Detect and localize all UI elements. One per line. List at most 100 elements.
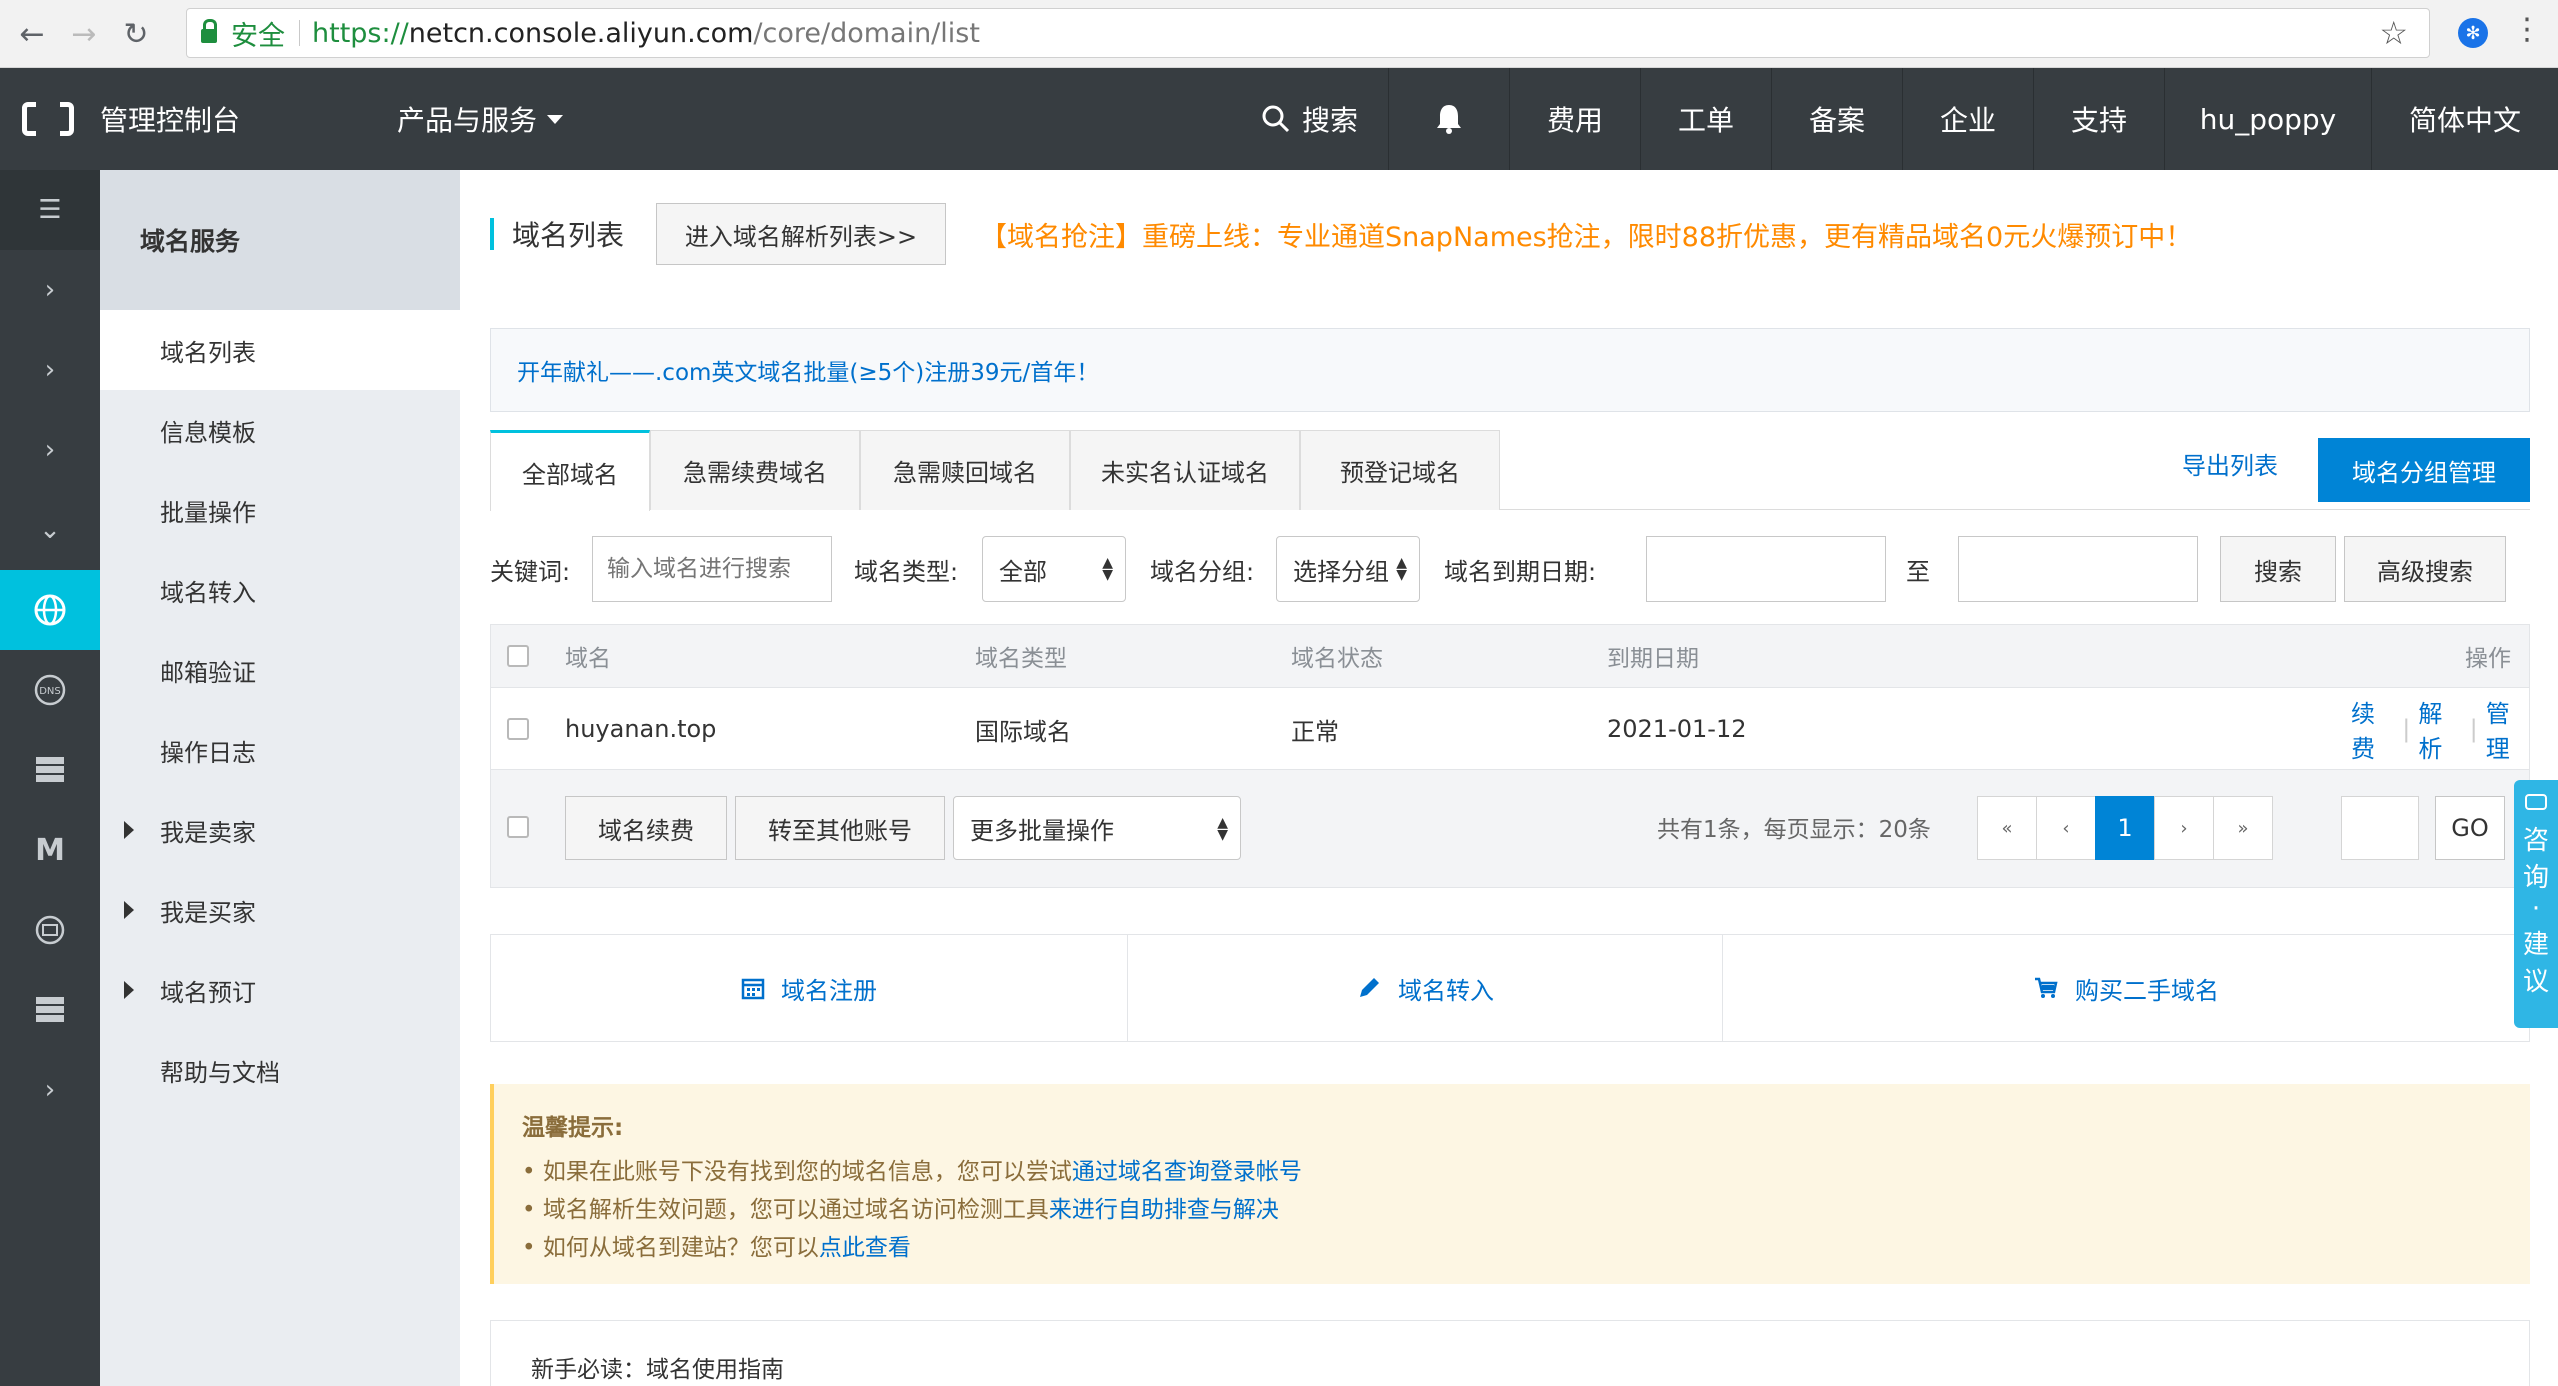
- console-link[interactable]: 管理控制台: [100, 68, 240, 170]
- dns-list-button[interactable]: 进入域名解析列表>>: [656, 203, 947, 265]
- tab-renew-needed[interactable]: 急需续费域名: [650, 430, 860, 510]
- sidebar-item-transfer-in[interactable]: 域名转入: [100, 550, 460, 630]
- sidebar-item-help[interactable]: 帮助与文档: [100, 1030, 460, 1110]
- consult-feedback-tab[interactable]: 咨 询 · 建 议: [2514, 780, 2558, 1028]
- server-icon[interactable]: [0, 970, 100, 1050]
- consult-char: 建: [2522, 930, 2549, 960]
- tips-title: 温馨提示:: [522, 1115, 624, 1141]
- tab-all-domains[interactable]: 全部域名: [490, 430, 650, 511]
- tip-troubleshoot-link[interactable]: 来进行自助排查与解决: [1049, 1190, 1279, 1224]
- export-list-link[interactable]: 导出列表: [2182, 446, 2278, 481]
- tip-login-link[interactable]: 通过域名查询登录帐号: [1072, 1152, 1302, 1186]
- expand-triangle-icon: [124, 981, 134, 999]
- icp-link[interactable]: 备案: [1772, 68, 1902, 170]
- prev-page-button[interactable]: ‹: [2036, 796, 2096, 860]
- resolve-link[interactable]: 解析: [2418, 694, 2461, 764]
- register-domain-link[interactable]: 域名注册: [491, 935, 1127, 1041]
- back-arrow-icon[interactable]: ←: [12, 14, 52, 54]
- column-type: 域名类型: [975, 646, 1067, 672]
- domain-name-link[interactable]: huyanan.top: [565, 688, 716, 770]
- expand-triangle-icon: [124, 901, 134, 919]
- keyword-input[interactable]: [592, 536, 832, 602]
- icon-rail: ☰ › › › ⌄ DNS M ›: [0, 170, 100, 1386]
- bell-icon: [1437, 105, 1461, 134]
- table-header: 域名 域名类型 域名状态 到期日期 操作: [490, 624, 2530, 688]
- extension-icon[interactable]: ✻: [2458, 18, 2488, 48]
- expire-end-input[interactable]: [1958, 536, 2198, 602]
- promo-link[interactable]: 【域名抢注】重磅上线：专业通道SnapNames抢注，限时88折优惠，更有精品域…: [980, 215, 2192, 254]
- sidebar-item-batch-ops[interactable]: 批量操作: [100, 470, 460, 550]
- expire-start-input[interactable]: [1646, 536, 1886, 602]
- column-domain: 域名: [565, 646, 611, 672]
- sidebar-item-label: 域名列表: [160, 338, 256, 367]
- fees-link[interactable]: 费用: [1510, 68, 1640, 170]
- footer-select-checkbox[interactable]: [507, 816, 529, 838]
- sidebar-item-op-log[interactable]: 操作日志: [100, 710, 460, 790]
- products-menu[interactable]: 产品与服务: [390, 68, 570, 170]
- last-page-button[interactable]: »: [2213, 796, 2273, 860]
- more-batch-select[interactable]: 更多批量操作 ▲ ▼: [953, 796, 1241, 860]
- domain-status: 正常: [1291, 717, 1339, 746]
- transfer-domain-link[interactable]: 域名转入: [1128, 935, 1722, 1041]
- dns-icon[interactable]: DNS: [0, 650, 100, 730]
- page-jump-input[interactable]: [2341, 796, 2419, 860]
- support-link[interactable]: 支持: [2034, 68, 2164, 170]
- buy-second-hand-link[interactable]: 购买二手域名: [1723, 935, 2529, 1041]
- notification-button[interactable]: [1389, 68, 1509, 170]
- enterprise-link[interactable]: 企业: [1903, 68, 2033, 170]
- sidebar-item-info-template[interactable]: 信息模板: [100, 390, 460, 470]
- sidebar-item-seller[interactable]: 我是卖家: [100, 790, 460, 870]
- domain-type: 国际域名: [975, 717, 1071, 746]
- renew-link[interactable]: 续费: [2351, 694, 2394, 764]
- sidebar-item-domain-list[interactable]: 域名列表: [100, 310, 460, 390]
- advanced-search-button[interactable]: 高级搜索: [2344, 536, 2506, 602]
- chevron-right-icon[interactable]: ›: [0, 1050, 100, 1130]
- chevron-down-icon[interactable]: ⌄: [0, 490, 100, 570]
- group-manage-button[interactable]: 域名分组管理: [2318, 438, 2530, 502]
- consult-char: 议: [2522, 967, 2549, 997]
- server-icon[interactable]: [0, 730, 100, 810]
- action-divider: |: [2402, 715, 2411, 743]
- menu-icon[interactable]: ☰: [0, 170, 100, 250]
- renew-batch-button[interactable]: 域名续费: [565, 796, 727, 860]
- type-select[interactable]: 全部 ▲ ▼: [982, 536, 1126, 602]
- group-select[interactable]: 选择分组 ▲ ▼: [1276, 536, 1420, 602]
- page-title: 域名列表: [512, 219, 625, 252]
- calendar-icon: [741, 978, 765, 1000]
- tab-redeem-needed[interactable]: 急需赎回域名: [860, 430, 1070, 510]
- browser-menu-icon[interactable]: ⋮: [2512, 12, 2542, 47]
- page-1-button[interactable]: 1: [2095, 796, 2155, 860]
- search-button[interactable]: 搜索: [2220, 536, 2336, 602]
- sidebar-item-label: 我是卖家: [160, 818, 256, 847]
- next-page-button[interactable]: ›: [2154, 796, 2214, 860]
- search-link[interactable]: 搜索: [1230, 68, 1388, 170]
- manage-link[interactable]: 管理: [2486, 694, 2529, 764]
- tab-unverified[interactable]: 未实名认证域名: [1070, 430, 1300, 510]
- forward-arrow-icon[interactable]: →: [64, 14, 104, 54]
- tip-website-link[interactable]: 点此查看: [819, 1228, 911, 1262]
- ticket-link[interactable]: 工单: [1641, 68, 1771, 170]
- select-all-checkbox[interactable]: [507, 645, 529, 667]
- sidebar-item-reservation[interactable]: 域名预订: [100, 950, 460, 1030]
- transfer-account-button[interactable]: 转至其他账号: [735, 796, 945, 860]
- monitor-icon[interactable]: [0, 890, 100, 970]
- globe-icon[interactable]: [0, 570, 100, 650]
- m-icon[interactable]: M: [0, 810, 100, 890]
- address-bar[interactable]: 安全 https:// netcn.console.aliyun.com /co…: [186, 8, 2430, 58]
- user-menu[interactable]: hu_poppy: [2165, 68, 2371, 170]
- reload-icon[interactable]: ↻: [116, 14, 156, 54]
- tab-pre-registered[interactable]: 预登记域名: [1300, 430, 1500, 510]
- go-button[interactable]: GO: [2435, 796, 2505, 860]
- sidebar-item-buyer[interactable]: 我是买家: [100, 870, 460, 950]
- first-page-button[interactable]: «: [1977, 796, 2037, 860]
- bookmark-star-icon[interactable]: ☆: [2379, 14, 2408, 52]
- promo-notice[interactable]: 开年献礼——.com英文域名批量(≥5个)注册39元/首年！: [490, 328, 2530, 412]
- chevron-right-icon[interactable]: ›: [0, 330, 100, 410]
- row-checkbox[interactable]: [507, 718, 529, 740]
- language-menu[interactable]: 简体中文: [2372, 68, 2558, 170]
- sidebar-item-email-verify[interactable]: 邮箱验证: [100, 630, 460, 710]
- beginner-guide[interactable]: 新手必读：域名使用指南: [490, 1320, 2530, 1386]
- chevron-right-icon[interactable]: ›: [0, 410, 100, 490]
- group-label: 域名分组:: [1150, 557, 1255, 586]
- chevron-right-icon[interactable]: ›: [0, 250, 100, 330]
